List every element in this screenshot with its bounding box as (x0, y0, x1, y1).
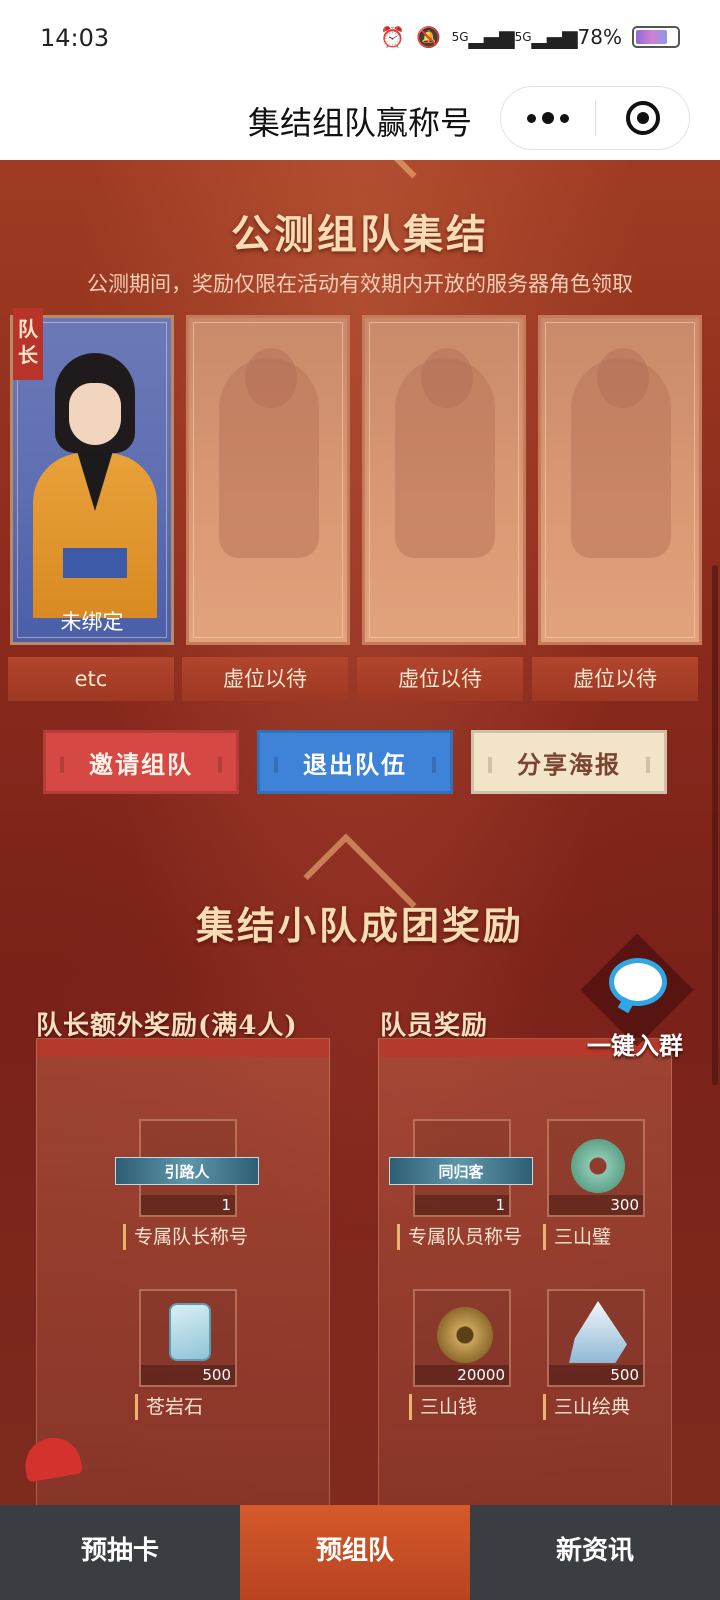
title-banner-icon: 引路人 (115, 1157, 259, 1185)
reward-item[interactable]: 引路人 1 (115, 1119, 259, 1217)
chat-bubble-icon (609, 958, 667, 1006)
item-count: 500 (141, 1365, 235, 1385)
tab-pre-team[interactable]: 预组队 (240, 1505, 470, 1600)
reward-item[interactable]: 500 (139, 1289, 237, 1387)
leader-reward-panel: 引路人 1 专属队长称号 500 苍岩石 (36, 1038, 330, 1505)
team-slot-empty[interactable] (538, 315, 702, 645)
reward-item[interactable]: 同归客 1 (389, 1119, 533, 1217)
leader-badge: 队长 (13, 308, 43, 380)
signal-5g-label-1: 5G (451, 30, 469, 44)
scroll-painting-icon (569, 1301, 627, 1363)
title-bar: 集结组队赢称号 (0, 80, 720, 160)
reward-item[interactable]: 500 (547, 1289, 645, 1387)
more-dot-icon (542, 112, 554, 124)
quit-team-button[interactable]: 退出队伍 (257, 730, 453, 794)
item-count: 1 (415, 1195, 509, 1215)
signal-icon-2: ▂▄▆ (531, 25, 578, 49)
tab-news[interactable]: 新资讯 (470, 1505, 720, 1600)
team-slot-empty[interactable] (362, 315, 526, 645)
more-menu-button[interactable] (501, 87, 595, 149)
stone-icon (169, 1303, 211, 1361)
title-banner-icon: 同归客 (389, 1157, 533, 1185)
invite-team-button[interactable]: 邀请组队 (43, 730, 239, 794)
reward-item[interactable]: 20000 (413, 1289, 511, 1387)
member-name: 虚位以待 (532, 657, 698, 701)
item-label: 三山钱 (409, 1394, 529, 1420)
team-section-subtitle: 公测期间，奖励仅限在活动有效期内开放的服务器角色领取 (87, 272, 633, 296)
member-name: 虚位以待 (182, 657, 348, 701)
mini-program-capsule (500, 86, 690, 150)
item-count: 300 (549, 1195, 643, 1215)
leader-reward-heading: 队长额外奖励(满4人) (36, 1011, 298, 1041)
join-group-label: 一键入群 (587, 1031, 683, 1060)
item-count: 20000 (415, 1365, 509, 1385)
mute-icon: 🔕 (416, 25, 442, 49)
share-poster-button[interactable]: 分享海报 (471, 730, 667, 794)
team-slot-empty[interactable] (186, 315, 350, 645)
bottom-nav: 预抽卡 预组队 新资讯 (0, 1505, 720, 1600)
join-group-button[interactable]: 一键入群 (565, 933, 705, 1070)
target-circle-icon (625, 101, 660, 135)
team-slots: 队长 未绑定 (10, 308, 710, 645)
member-reward-panel: 同归客 1 专属队员称号 300 三山璧 20000 三山钱 500 三山绘典 (378, 1038, 672, 1505)
status-icons: ⏰ 🔕 5G ▂▄▆ 5G ▂▄▆ 78% (380, 24, 680, 50)
member-name: 虚位以待 (357, 657, 523, 701)
status-bar: 14:03 ⏰ 🔕 5G ▂▄▆ 5G ▂▄▆ 78% (0, 0, 720, 80)
member-names: etc 虚位以待 虚位以待 虚位以待 (8, 657, 712, 701)
status-time: 14:03 (40, 24, 110, 52)
leader-avatar (33, 343, 157, 618)
battery-icon (632, 26, 680, 48)
item-label: 苍岩石 (135, 1394, 255, 1420)
reward-item[interactable]: 300 (547, 1119, 645, 1217)
item-count: 1 (141, 1195, 235, 1215)
item-label: 专属队长称号 (123, 1224, 248, 1250)
scrollbar-thumb[interactable] (712, 565, 718, 1085)
item-label: 专属队员称号 (397, 1224, 522, 1250)
jade-disc-icon (571, 1139, 625, 1193)
main-content[interactable]: 公测组队集结 公测期间，奖励仅限在活动有效期内开放的服务器角色领取 队长 未绑定 (0, 160, 720, 1505)
team-section-title: 公测组队集结 (231, 211, 489, 258)
more-dot-icon (527, 113, 536, 123)
alarm-icon: ⏰ (380, 25, 406, 49)
item-label: 三山璧 (543, 1224, 663, 1250)
item-count: 500 (549, 1365, 643, 1385)
battery-percent: 78% (577, 25, 622, 49)
leader-bind-status: 未绑定 (60, 610, 124, 634)
item-label: 三山绘典 (543, 1394, 663, 1420)
more-dot-icon (560, 113, 569, 123)
close-miniprogram-button[interactable] (596, 87, 689, 149)
coin-icon (437, 1307, 493, 1363)
signal-5g-label-2: 5G (514, 30, 532, 44)
member-reward-heading: 队员奖励 (380, 1011, 489, 1041)
tab-pre-draw[interactable]: 预抽卡 (0, 1505, 240, 1600)
reward-section-title: 集结小队成团奖励 (195, 903, 524, 948)
team-slot-leader[interactable]: 队长 未绑定 (10, 308, 174, 645)
signal-icon: ▂▄▆ (468, 25, 515, 49)
member-name: etc (8, 657, 174, 701)
